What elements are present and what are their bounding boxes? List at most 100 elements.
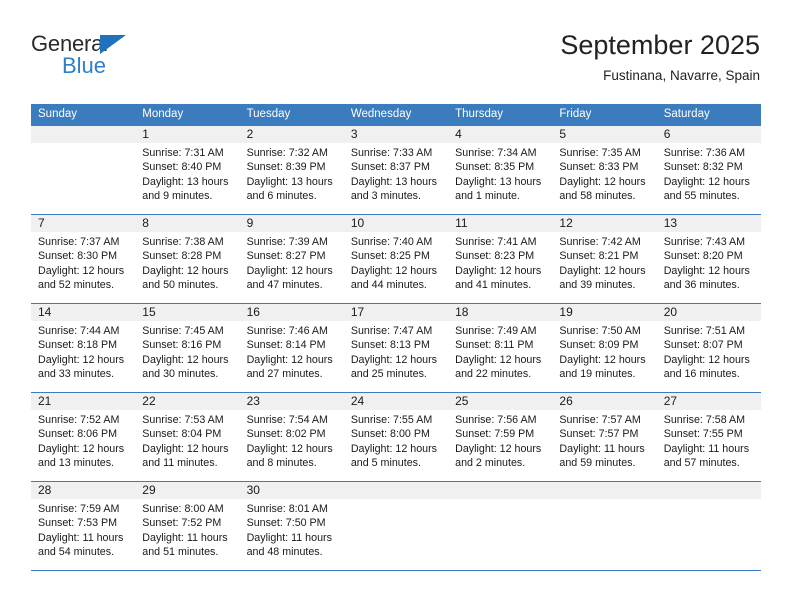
general-blue-logo[interactable]: General Blue <box>31 32 221 88</box>
day-number: 14 <box>38 305 52 319</box>
day-cell[interactable]: Sunrise: 7:46 AM Sunset: 8:14 PM Dayligh… <box>240 321 344 391</box>
daylight-text-line2: and 25 minutes. <box>350 367 427 380</box>
daylight-text-line2: and 9 minutes. <box>142 189 213 202</box>
sunset-text: Sunset: 8:32 PM <box>663 161 743 174</box>
day-cell[interactable]: Sunrise: 7:44 AM Sunset: 8:18 PM Dayligh… <box>31 321 135 391</box>
day-cell[interactable]: Sunrise: 7:32 AM Sunset: 8:39 PM Dayligh… <box>240 143 344 213</box>
day-cell[interactable]: Sunrise: 7:53 AM Sunset: 8:04 PM Dayligh… <box>135 410 239 480</box>
day-cell[interactable]: Sunrise: 7:35 AM Sunset: 8:33 PM Dayligh… <box>552 143 656 213</box>
day-cell[interactable]: Sunrise: 7:49 AM Sunset: 8:11 PM Dayligh… <box>448 321 552 391</box>
day-cell[interactable] <box>31 143 135 213</box>
day-cell[interactable]: Sunrise: 7:47 AM Sunset: 8:13 PM Dayligh… <box>344 321 448 391</box>
sunset-text: Sunset: 8:35 PM <box>455 161 535 174</box>
daylight-text-line2: and 48 minutes. <box>246 545 323 558</box>
day-cell[interactable] <box>448 499 552 569</box>
day-number: 9 <box>246 216 254 230</box>
daylight-text-line1: Daylight: 12 hours <box>38 442 125 455</box>
day-cell[interactable]: Sunrise: 7:33 AM Sunset: 8:37 PM Dayligh… <box>344 143 448 213</box>
day-cell[interactable]: Sunrise: 7:38 AM Sunset: 8:28 PM Dayligh… <box>135 232 239 302</box>
day-number: 1 <box>142 127 149 141</box>
day-cell[interactable] <box>552 499 656 569</box>
daylight-text-line1: Daylight: 11 hours <box>142 531 228 544</box>
day-number: 20 <box>663 305 678 319</box>
sunrise-text: Sunrise: 8:01 AM <box>246 503 328 515</box>
day-cell[interactable]: Sunrise: 8:00 AM Sunset: 7:52 PM Dayligh… <box>135 499 239 569</box>
day-number: 28 <box>38 483 52 497</box>
sunrise-text: Sunrise: 7:31 AM <box>142 147 224 159</box>
week-row: 7 8 9 10 11 12 13 Sunrise: 7:37 AM Sunse… <box>31 214 761 303</box>
daylight-text-line2: and 41 minutes. <box>455 278 532 291</box>
day-number: 13 <box>663 216 678 230</box>
day-cell[interactable]: Sunrise: 7:43 AM Sunset: 8:20 PM Dayligh… <box>657 232 761 302</box>
day-cell[interactable]: Sunrise: 7:55 AM Sunset: 8:00 PM Dayligh… <box>344 410 448 480</box>
day-cell[interactable]: Sunrise: 7:41 AM Sunset: 8:23 PM Dayligh… <box>448 232 552 302</box>
day-cell[interactable]: Sunrise: 7:34 AM Sunset: 8:35 PM Dayligh… <box>448 143 552 213</box>
day-number: 8 <box>142 216 149 230</box>
day-cell[interactable]: Sunrise: 7:31 AM Sunset: 8:40 PM Dayligh… <box>135 143 239 213</box>
day-cell[interactable]: Sunrise: 7:51 AM Sunset: 8:07 PM Dayligh… <box>657 321 761 391</box>
daylight-text-line1: Daylight: 12 hours <box>559 175 646 188</box>
day-number <box>344 482 448 499</box>
day-number: 11 <box>455 216 468 230</box>
day-cell[interactable]: Sunrise: 7:54 AM Sunset: 8:02 PM Dayligh… <box>240 410 344 480</box>
daylight-text-line1: Daylight: 12 hours <box>142 442 229 455</box>
day-cell[interactable]: Sunrise: 7:57 AM Sunset: 7:57 PM Dayligh… <box>552 410 656 480</box>
sunset-text: Sunset: 8:33 PM <box>559 161 639 174</box>
sunrise-text: Sunrise: 7:52 AM <box>38 414 120 426</box>
day-cell[interactable]: Sunrise: 7:40 AM Sunset: 8:25 PM Dayligh… <box>344 232 448 302</box>
day-cell[interactable]: Sunrise: 7:59 AM Sunset: 7:53 PM Dayligh… <box>31 499 135 569</box>
day-cell[interactable]: Sunrise: 7:42 AM Sunset: 8:21 PM Dayligh… <box>552 232 656 302</box>
daylight-text-line1: Daylight: 12 hours <box>38 353 125 366</box>
day-cell[interactable]: Sunrise: 8:01 AM Sunset: 7:50 PM Dayligh… <box>240 499 344 569</box>
daylight-text-line1: Daylight: 12 hours <box>142 264 229 277</box>
daylight-text-line1: Daylight: 12 hours <box>38 264 125 277</box>
daylight-text-line2: and 8 minutes. <box>246 456 317 469</box>
day-cell[interactable]: Sunrise: 7:52 AM Sunset: 8:06 PM Dayligh… <box>31 410 135 480</box>
day-cell[interactable]: Sunrise: 7:37 AM Sunset: 8:30 PM Dayligh… <box>31 232 135 302</box>
day-cell[interactable]: Sunrise: 7:50 AM Sunset: 8:09 PM Dayligh… <box>552 321 656 391</box>
sunset-text: Sunset: 8:20 PM <box>663 250 743 263</box>
daylight-text-line1: Daylight: 12 hours <box>663 264 750 277</box>
daylight-text-line1: Daylight: 11 hours <box>246 531 332 544</box>
day-cell[interactable] <box>657 499 761 569</box>
daylight-text-line2: and 58 minutes. <box>559 189 636 202</box>
day-cell[interactable]: Sunrise: 7:36 AM Sunset: 8:32 PM Dayligh… <box>657 143 761 213</box>
day-number <box>448 482 552 499</box>
sunset-text: Sunset: 8:25 PM <box>350 250 430 263</box>
day-cell[interactable]: Sunrise: 7:58 AM Sunset: 7:55 PM Dayligh… <box>657 410 761 480</box>
day-number <box>31 126 135 143</box>
page-title: September 2025 <box>560 30 760 60</box>
sunset-text: Sunset: 8:13 PM <box>350 339 430 352</box>
day-cell[interactable]: Sunrise: 7:39 AM Sunset: 8:27 PM Dayligh… <box>240 232 344 302</box>
day-number: 5 <box>559 127 567 141</box>
sunset-text: Sunset: 8:06 PM <box>38 428 118 441</box>
daylight-text-line1: Daylight: 11 hours <box>559 442 645 455</box>
daylight-text-line1: Daylight: 12 hours <box>663 353 750 366</box>
day-number: 26 <box>559 394 573 408</box>
day-number: 4 <box>455 127 462 141</box>
week-detail-band: Sunrise: 7:59 AM Sunset: 7:53 PM Dayligh… <box>31 499 761 569</box>
sunset-text: Sunset: 7:52 PM <box>142 517 222 530</box>
daylight-text-line1: Daylight: 12 hours <box>246 442 333 455</box>
week-detail-band: Sunrise: 7:44 AM Sunset: 8:18 PM Dayligh… <box>31 321 761 391</box>
day-number: 22 <box>142 394 156 408</box>
day-cell[interactable]: Sunrise: 7:56 AM Sunset: 7:59 PM Dayligh… <box>448 410 552 480</box>
day-cell[interactable]: Sunrise: 7:45 AM Sunset: 8:16 PM Dayligh… <box>135 321 239 391</box>
weekday-header-monday: Monday <box>142 108 184 120</box>
daylight-text-line2: and 5 minutes. <box>350 456 421 469</box>
daylight-text-line1: Daylight: 12 hours <box>455 264 542 277</box>
page-subtitle: Fustinana, Navarre, Spain <box>603 68 760 83</box>
sunrise-text: Sunrise: 7:46 AM <box>246 325 328 337</box>
sunset-text: Sunset: 8:11 PM <box>455 339 534 352</box>
sunrise-text: Sunrise: 7:33 AM <box>350 147 433 159</box>
sunrise-text: Sunrise: 7:54 AM <box>246 414 328 426</box>
day-number: 27 <box>663 394 678 408</box>
sunrise-text: Sunrise: 7:47 AM <box>350 325 433 337</box>
daylight-text-line1: Daylight: 12 hours <box>350 442 437 455</box>
weekday-header-wednesday: Wednesday <box>350 108 412 120</box>
sunrise-text: Sunrise: 7:49 AM <box>455 325 537 337</box>
daylight-text-line2: and 59 minutes. <box>559 456 636 469</box>
sunset-text: Sunset: 7:59 PM <box>455 428 535 441</box>
sunrise-text: Sunrise: 7:53 AM <box>142 414 224 426</box>
day-cell[interactable] <box>344 499 448 569</box>
